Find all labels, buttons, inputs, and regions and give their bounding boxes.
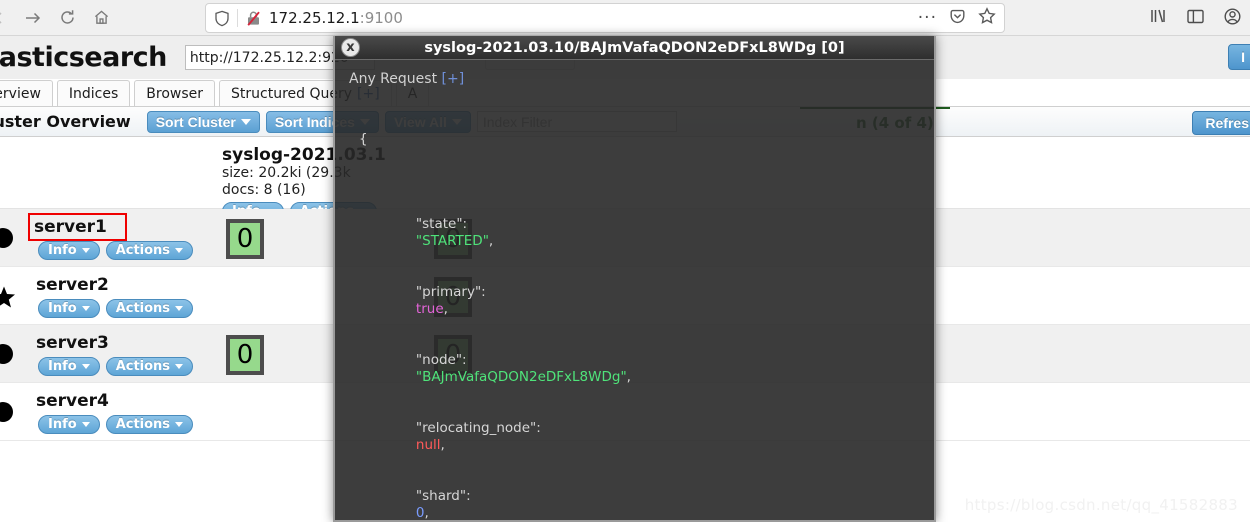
- chevron-down-icon: [240, 118, 251, 125]
- dialog-tab-any-request[interactable]: Any Request [+]: [349, 71, 934, 87]
- urlbar-actions: ···: [918, 4, 996, 32]
- shard-box[interactable]: 0: [226, 219, 264, 259]
- shard-json-view: { "state": "STARTED", "primary": true, "…: [353, 97, 934, 521]
- node-actions-server3: Info Actions: [38, 357, 194, 376]
- node-actions-button[interactable]: Actions: [105, 241, 194, 260]
- url-text: 172.25.12.1:9100: [269, 9, 403, 27]
- dialog-body: Any Request [+] { "state": "STARTED", "p…: [335, 60, 934, 521]
- shard-info-dialog: x syslog-2021.03.10/BAJmVafaQDON2eDFxL8W…: [333, 36, 936, 522]
- node-actions-server2: Info Actions: [38, 299, 194, 318]
- node-name-server2: server2: [36, 275, 109, 295]
- forward-icon[interactable]: [16, 3, 50, 33]
- json-line-shard: "shard": 0,: [415, 488, 471, 521]
- node-info-button[interactable]: Info: [38, 357, 100, 376]
- any-request-plus[interactable]: [+]: [442, 71, 465, 87]
- broken-lock-icon[interactable]: [245, 10, 262, 27]
- page-title: luster Overview: [0, 112, 131, 131]
- tab-indices[interactable]: Indices: [56, 80, 131, 106]
- url-divider: [237, 9, 238, 27]
- refresh-button[interactable]: Refres: [1192, 111, 1250, 135]
- node-status-circle-icon: [0, 227, 14, 249]
- shard-box[interactable]: 0: [226, 335, 264, 375]
- json-line-state: "state": "STARTED",: [415, 216, 494, 249]
- node-actions-button[interactable]: Actions: [105, 299, 194, 318]
- node-actions-server1: Info Actions: [38, 241, 194, 260]
- json-line-primary: "primary": true,: [415, 284, 486, 317]
- node-master-star-icon: [0, 285, 15, 308]
- node-actions-button[interactable]: Actions: [105, 357, 194, 376]
- node-info-button[interactable]: Info: [38, 415, 100, 434]
- node-actions-server4: Info Actions: [38, 415, 194, 434]
- reload-icon[interactable]: [50, 3, 84, 33]
- chevron-down-icon: [81, 364, 90, 369]
- app-title: lasticsearch: [0, 42, 167, 73]
- node-info-button[interactable]: Info: [38, 241, 100, 260]
- back-icon[interactable]: [0, 3, 16, 33]
- library-icon[interactable]: [1148, 7, 1168, 29]
- node-name-server4: server4: [36, 391, 109, 411]
- chevron-down-icon: [81, 306, 90, 311]
- node-name-server1: server1: [28, 213, 127, 241]
- browser-chrome-right: [1148, 0, 1242, 36]
- dialog-titlebar: x syslog-2021.03.10/BAJmVafaQDON2eDFxL8W…: [335, 36, 934, 60]
- url-bar[interactable]: 172.25.12.1:9100 ···: [205, 3, 1005, 33]
- account-icon[interactable]: [1223, 7, 1242, 30]
- chevron-down-icon: [175, 364, 184, 369]
- tab-overview[interactable]: verview: [0, 80, 53, 106]
- chevron-down-icon: [81, 248, 90, 253]
- node-status-circle-icon: [0, 343, 14, 365]
- watermark: https://blog.csdn.net/qq_41582883: [964, 496, 1238, 514]
- tab-browser[interactable]: Browser: [134, 80, 216, 106]
- browser-toolbar: 172.25.12.1:9100 ···: [0, 0, 1250, 36]
- sidebar-icon[interactable]: [1186, 8, 1205, 29]
- chevron-down-icon: [175, 422, 184, 427]
- chevron-down-icon: [81, 422, 90, 427]
- node-status-circle-icon: [0, 401, 14, 423]
- close-icon[interactable]: x: [341, 38, 360, 57]
- node-actions-button[interactable]: Actions: [105, 415, 194, 434]
- chevron-down-icon: [175, 248, 184, 253]
- home-icon[interactable]: [84, 3, 118, 33]
- shield-icon: [214, 10, 230, 27]
- chevron-down-icon: [175, 306, 184, 311]
- pocket-icon[interactable]: [949, 8, 966, 29]
- star-icon[interactable]: [978, 7, 996, 29]
- ellipsis-icon[interactable]: ···: [918, 10, 937, 27]
- node-info-button[interactable]: Info: [38, 299, 100, 318]
- sort-cluster-button[interactable]: Sort Cluster: [146, 110, 260, 133]
- header-info-button[interactable]: I: [1228, 44, 1250, 70]
- json-line-node: "node": "BAJmVafaQDON2eDFxL8WDg",: [415, 352, 631, 385]
- dialog-title: syslog-2021.03.10/BAJmVafaQDON2eDFxL8WDg…: [424, 39, 845, 56]
- node-name-server3: server3: [36, 333, 109, 353]
- json-open-brace: {: [359, 131, 368, 147]
- json-line-relocating-node: "relocating_node": null,: [415, 420, 541, 453]
